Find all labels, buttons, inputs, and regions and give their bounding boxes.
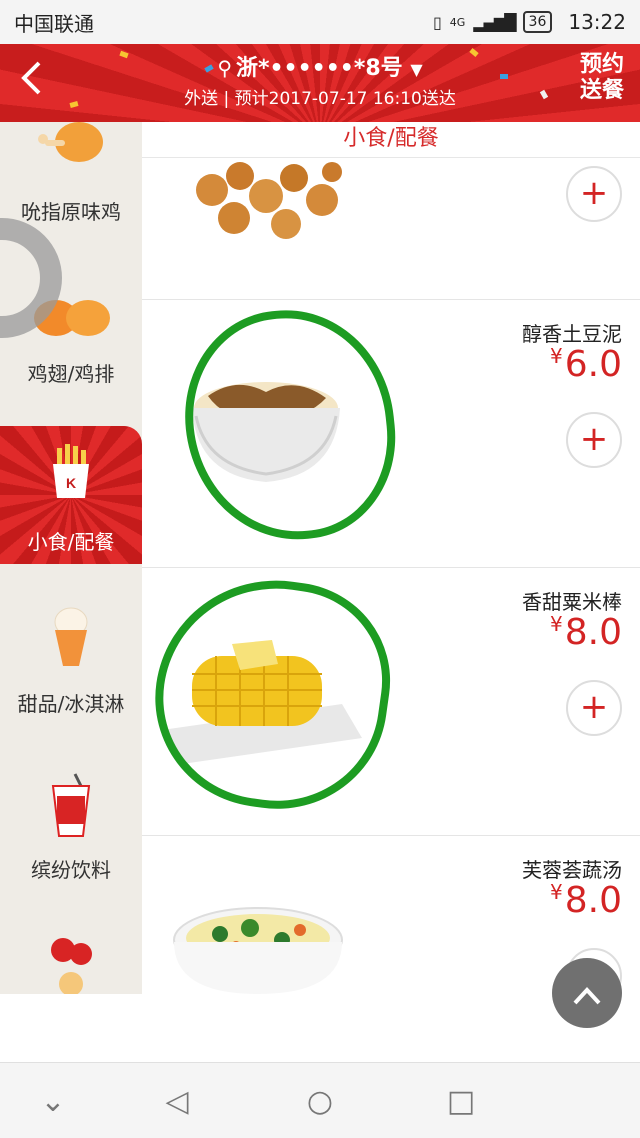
sidebar-item-more[interactable] (0, 932, 142, 994)
svg-text:K: K (66, 475, 76, 491)
product-item: 醇香土豆泥 ¥6.0 + (142, 299, 640, 568)
green-circle-annotation (174, 299, 406, 551)
product-price: ¥6.0 (550, 344, 622, 385)
scroll-to-top-button[interactable] (552, 958, 622, 1028)
vibrate-icon: ▯ (432, 12, 442, 32)
sidebar-item-label: 甜品/冰淇淋 (17, 692, 125, 716)
recents-square-icon: □ (446, 1084, 476, 1119)
divider-marker (312, 122, 326, 130)
sidebar-item-label: 小食/配餐 (27, 530, 115, 554)
status-bar: 中国联通 ▯ 4G ▂▄▆█ 36 13:22 (0, 0, 640, 44)
chicken-drumstick-icon (38, 122, 103, 162)
product-name: 醇香土豆泥 (522, 322, 622, 346)
location-pin-icon: ⚲ (217, 56, 232, 80)
add-to-cart-button[interactable]: + (566, 166, 622, 222)
sidebar-item-label: 缤纷饮料 (31, 858, 111, 882)
product-name: 香甜粟米棒 (522, 590, 622, 614)
system-nav-bar: ⌄ ◁ ○ □ (0, 1062, 640, 1138)
chevron-up-icon (573, 987, 601, 1005)
battery-icon: 36 (522, 11, 553, 33)
product-name: 芙蓉荟蔬汤 (522, 858, 622, 882)
sidebar-item-dessert[interactable]: 甜品/冰淇淋 (0, 592, 142, 742)
popcorn-chicken-image (182, 158, 357, 246)
product-price: ¥8.0 (550, 880, 622, 921)
reserve-label-line1: 预约 (579, 52, 624, 77)
add-to-cart-button[interactable]: + (566, 680, 622, 736)
chevron-down-icon: ⌄ (40, 1084, 66, 1119)
clock: 13:22 (568, 10, 626, 34)
home-circle-icon: ○ (306, 1084, 334, 1119)
kfc-fries-box-icon: K (53, 444, 89, 498)
sidebar-item-sides[interactable]: K 小食/配餐 (0, 426, 142, 564)
address-selector[interactable]: ⚲ 浙*••••••*8号 ▼ (0, 50, 640, 82)
product-item: + (142, 158, 640, 300)
product-item: 香甜粟米棒 ¥8.0 + (142, 564, 640, 836)
carrier-name: 中国联通 (14, 11, 94, 36)
product-price: ¥8.0 (550, 612, 622, 653)
add-to-cart-button[interactable]: + (566, 412, 622, 468)
header-bar: ⚲ 浙*••••••*8号 ▼ 外送 | 预计2017-07-17 16:10送达… (0, 44, 640, 122)
divider-marker (282, 122, 296, 130)
status-icons: ▯ 4G ▂▄▆█ 36 13:22 (433, 10, 626, 34)
sidebar-item-label: 鸡翅/鸡排 (27, 362, 115, 386)
product-list: + 醇香土豆泥 ¥6.0 + 香甜粟米棒 ¥8.0 + 芙蓉荟蔬汤 ¥8.0 小… (142, 122, 640, 994)
green-circle-annotation (142, 564, 403, 824)
nav-back-button[interactable]: ◁ (152, 1077, 202, 1127)
reserve-label-line2: 送餐 (579, 78, 624, 103)
triangle-down-icon: ▼ (410, 60, 423, 79)
drink-cup-icon (51, 773, 91, 837)
back-triangle-icon: ◁ (165, 1084, 189, 1119)
ice-cream-cone-icon (54, 607, 88, 666)
signal-icon: ▂▄▆█ (473, 12, 516, 32)
address-text: 浙*••••••*8号 (235, 56, 403, 81)
balloons-icon (51, 938, 92, 994)
nav-home-button[interactable]: ○ (295, 1077, 345, 1127)
sidebar-item-drinks[interactable]: 缤纷饮料 (0, 762, 142, 912)
delivery-info: 外送 | 预计2017-07-17 16:10送达 (184, 89, 456, 109)
section-title: 小食/配餐 (142, 122, 640, 158)
category-sidebar: 吮指原味鸡 鸡翅/鸡排 K 小食/配餐 甜品/冰淇淋 缤纷饮料 (0, 122, 142, 994)
reserve-delivery-button[interactable]: 预约 送餐 (576, 52, 628, 104)
nav-hide-button[interactable]: ⌄ (28, 1077, 78, 1127)
network-type: 4G (449, 15, 466, 29)
vegetable-soup-image (173, 907, 343, 994)
nav-recents-button[interactable]: □ (436, 1077, 486, 1127)
